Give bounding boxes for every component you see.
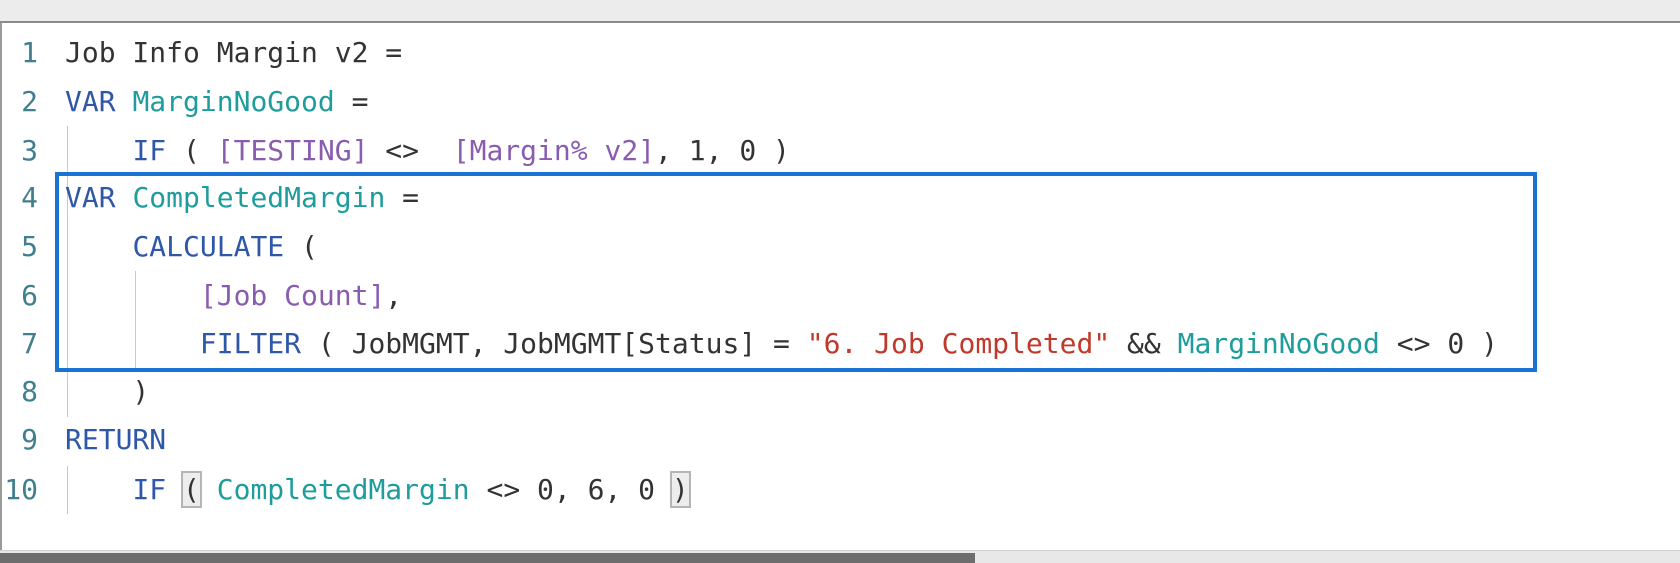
horizontal-scrollbar[interactable] bbox=[0, 550, 1680, 563]
window-title-bar bbox=[0, 0, 1680, 23]
code-line[interactable]: 10 IF ( CompletedMargin <> 0, 6, 0 ) bbox=[0, 466, 1680, 514]
measure-token: [TESTING] bbox=[216, 134, 369, 167]
variable-token: CompletedMargin bbox=[216, 473, 470, 506]
matched-bracket: ) bbox=[669, 471, 691, 508]
keyword-token: IF bbox=[132, 134, 167, 167]
code-text: RETURN bbox=[65, 416, 166, 464]
line-number: 7 bbox=[21, 327, 38, 360]
code-text: Job Info Margin v2 = bbox=[65, 29, 402, 77]
highlight-box bbox=[55, 172, 1537, 372]
variable-token: MarginNoGood bbox=[132, 85, 335, 118]
line-number: 6 bbox=[21, 279, 38, 312]
code-text: IF ( CompletedMargin <> 0, 6, 0 ) bbox=[65, 466, 691, 514]
line-number: 1 bbox=[21, 36, 38, 69]
code-line[interactable]: 1 Job Info Margin v2 = bbox=[0, 29, 1680, 77]
code-token: = bbox=[334, 85, 369, 118]
line-number: 4 bbox=[21, 181, 38, 214]
code-line[interactable]: 3 IF ( [TESTING] <> [Margin% v2], 1, 0 ) bbox=[0, 127, 1680, 175]
code-token: ) bbox=[65, 375, 150, 408]
code-token: <> 0, 6, 0 bbox=[469, 473, 672, 506]
matched-bracket: ( bbox=[181, 471, 202, 508]
line-number: 5 bbox=[21, 230, 38, 263]
code-token: <> bbox=[368, 134, 453, 167]
code-token: Job Info Margin v2 = bbox=[65, 36, 403, 69]
measure-token: [Margin% v2] bbox=[452, 134, 656, 167]
keyword-token: VAR bbox=[65, 85, 116, 118]
code-text: ) bbox=[65, 368, 149, 416]
keyword-token: IF bbox=[132, 473, 167, 506]
code-token: ( bbox=[166, 134, 217, 167]
code-line[interactable]: 2 VAR MarginNoGood = bbox=[0, 78, 1680, 126]
code-text: VAR MarginNoGood = bbox=[65, 78, 368, 126]
keyword-token: RETURN bbox=[65, 423, 167, 456]
line-number: 2 bbox=[21, 85, 38, 118]
code-line[interactable]: 8 ) bbox=[0, 368, 1680, 416]
code-token: , 1, 0 ) bbox=[655, 134, 790, 167]
line-number: 9 bbox=[21, 423, 38, 456]
line-number: 8 bbox=[21, 375, 38, 408]
line-number: 10 bbox=[4, 473, 38, 506]
code-text: IF ( [TESTING] <> [Margin% v2], 1, 0 ) bbox=[65, 127, 790, 175]
line-number: 3 bbox=[21, 134, 38, 167]
code-line[interactable]: 9 RETURN bbox=[0, 416, 1680, 464]
